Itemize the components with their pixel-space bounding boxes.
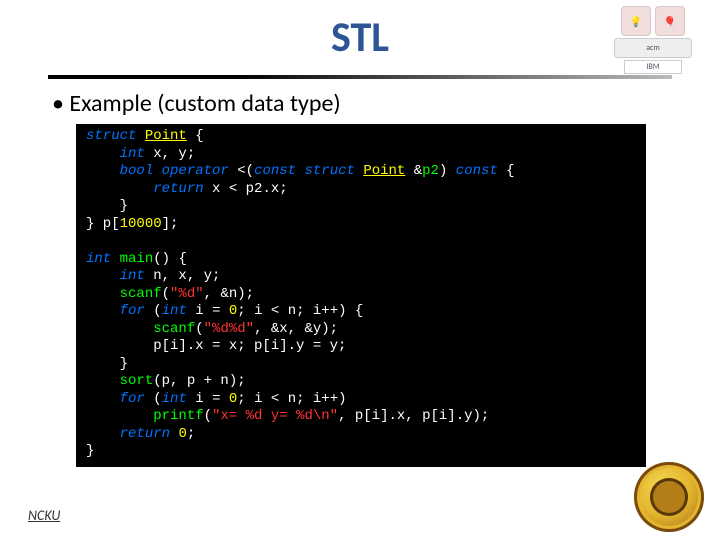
code-token: p2 [422, 163, 439, 179]
code-token: () { [153, 251, 187, 267]
page-title: STL [331, 12, 389, 63]
bulb-icon: 💡 [621, 6, 651, 36]
code-token: ; i < n; i++) { [237, 303, 363, 319]
code-token: ; i < n; i++) [237, 391, 346, 407]
code-token: { [187, 128, 204, 144]
code-token: scanf [120, 286, 162, 302]
code-token: bool [120, 163, 154, 179]
code-token: { [498, 163, 515, 179]
footer-ncku: NCKU [28, 507, 60, 524]
code-token: } p[ [86, 216, 120, 232]
code-token: ( [145, 303, 162, 319]
acm-icpc-logo: acm [614, 38, 692, 58]
code-token: main [120, 251, 154, 267]
logo-cluster: 💡 🎈 acm IBM [598, 6, 708, 78]
code-token: <( [229, 163, 254, 179]
code-token: ) [439, 163, 456, 179]
code-token: ( [145, 391, 162, 407]
code-token: n, x, y; [145, 268, 221, 284]
code-token: struct [304, 163, 354, 179]
code-token: ( [162, 286, 170, 302]
code-token: "%d%d" [204, 321, 254, 337]
code-token: , &n); [204, 286, 254, 302]
code-token: int [86, 251, 111, 267]
code-token: 10000 [120, 216, 162, 232]
code-token: & [405, 163, 422, 179]
code-token: printf [153, 408, 203, 424]
code-token: int [120, 146, 145, 162]
code-token: x, y; [145, 146, 195, 162]
university-seal-icon [634, 462, 704, 532]
code-token: operator [162, 163, 229, 179]
code-token: sort [120, 373, 154, 389]
code-token: scanf [153, 321, 195, 337]
code-token: ( [195, 321, 203, 337]
code-token: int [162, 303, 187, 319]
code-token: } [86, 443, 94, 459]
code-token: struct [86, 128, 136, 144]
code-token: int [120, 268, 145, 284]
code-token: i = [187, 391, 229, 407]
code-token: ; [187, 426, 195, 442]
code-token: 0 [178, 426, 186, 442]
bullet-example: • Example (custom data type) [52, 89, 668, 118]
code-token: , &x, &y); [254, 321, 338, 337]
code-token: return [120, 426, 170, 442]
code-token: for [120, 303, 145, 319]
code-token: , p[i].x, p[i].y); [338, 408, 489, 424]
code-token: } [120, 356, 128, 372]
code-token: const [456, 163, 498, 179]
code-token: ( [204, 408, 212, 424]
balloon-icon: 🎈 [655, 6, 685, 36]
code-token: "x= %d y= %d\n" [212, 408, 338, 424]
code-token: i = [187, 303, 229, 319]
code-block: struct Point { int x, y; bool operator <… [76, 124, 646, 467]
code-token: } [120, 198, 128, 214]
code-token: "%d" [170, 286, 204, 302]
ibm-logo: IBM [624, 60, 682, 74]
code-token: (p, p + n); [153, 373, 245, 389]
code-token: Point [363, 163, 405, 179]
code-token: x < p2.x; [204, 181, 288, 197]
code-token: int [162, 391, 187, 407]
code-token: for [120, 391, 145, 407]
code-token: return [153, 181, 203, 197]
code-token: Point [145, 128, 187, 144]
code-token: const [254, 163, 296, 179]
code-token: p[i].x = x; p[i].y = y; [153, 338, 346, 354]
code-token: ]; [162, 216, 179, 232]
